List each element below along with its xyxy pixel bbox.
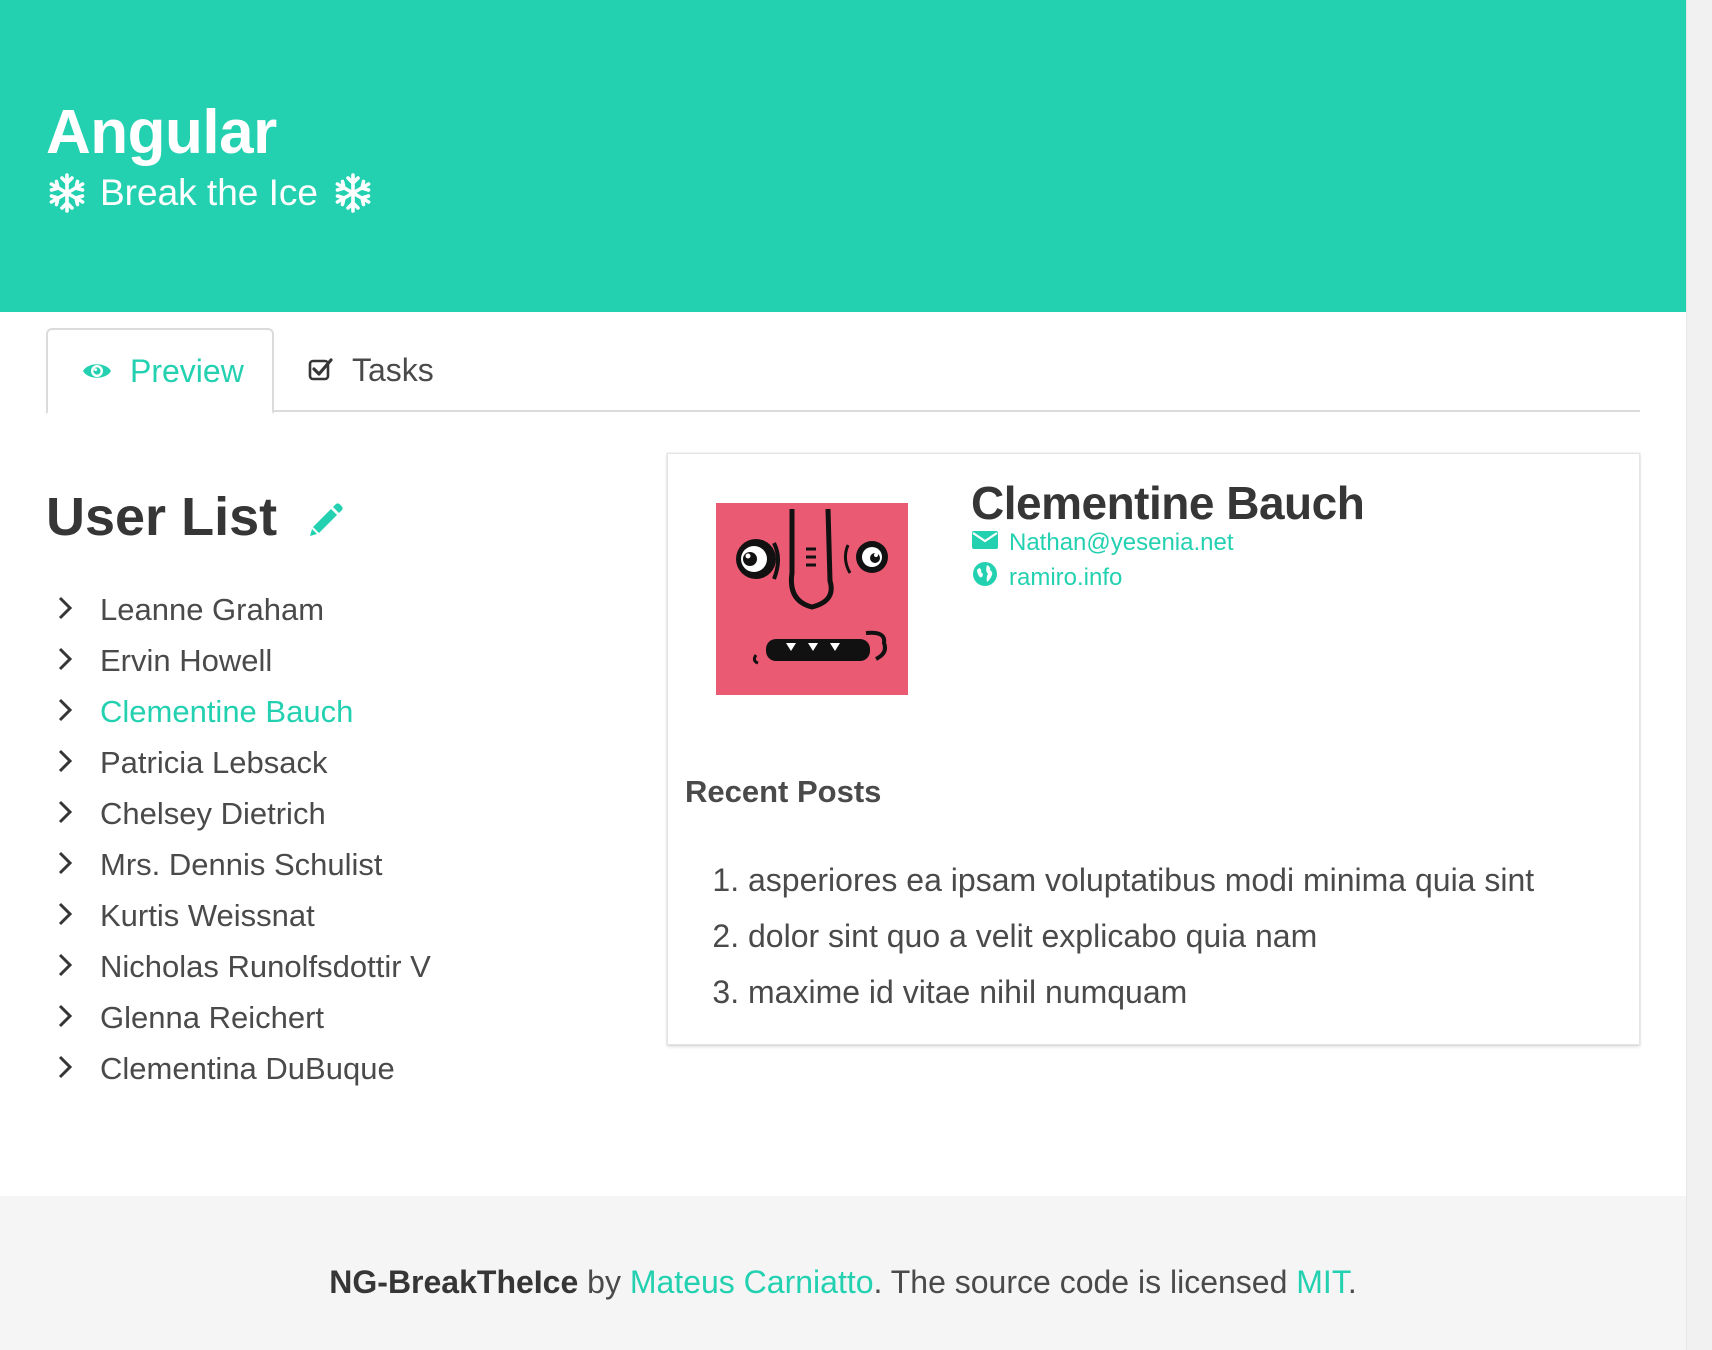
profile-email-text: Nathan@yesenia.net <box>1009 529 1234 556</box>
user-list-item[interactable]: Leanne Graham <box>58 584 431 635</box>
page: Angular Break the Ice Preview Tasks User… <box>0 0 1686 1350</box>
user-list-item-label: Patricia Lebsack <box>100 744 328 780</box>
tab-bar: Preview Tasks <box>46 328 1640 414</box>
footer-text: NG-BreakTheIce by Mateus Carniatto. The … <box>0 1264 1686 1301</box>
profile-name: Clementine Bauch <box>971 477 1365 529</box>
user-list-item[interactable]: Clementine Bauch <box>58 686 431 737</box>
checkbox-icon <box>308 352 352 389</box>
user-list-heading: User List <box>46 478 345 556</box>
chevron-right-icon <box>58 847 100 883</box>
user-list-item[interactable]: Patricia Lebsack <box>58 737 431 788</box>
user-list-item-label: Nicholas Runolfsdottir V <box>100 948 431 984</box>
user-list-item-label: Clementine Bauch <box>100 693 354 729</box>
user-list-item[interactable]: Ervin Howell <box>58 635 431 686</box>
hero-title: Angular <box>46 98 277 167</box>
chevron-right-icon <box>58 898 100 934</box>
hero-banner: Angular Break the Ice <box>0 0 1686 312</box>
chevron-right-icon <box>58 592 100 628</box>
eye-icon <box>82 353 130 390</box>
footer-end: . <box>1347 1264 1357 1300</box>
tab-tasks[interactable]: Tasks <box>308 328 434 412</box>
chevron-right-icon <box>58 1051 100 1087</box>
recent-post-item[interactable]: asperiores ea ipsam voluptatibus modi mi… <box>748 852 1534 908</box>
footer-project: NG-BreakTheIce <box>329 1264 579 1300</box>
user-list-item-label: Leanne Graham <box>100 591 325 627</box>
envelope-icon <box>971 528 1009 558</box>
footer-license-link[interactable]: MIT <box>1296 1264 1348 1300</box>
user-list-item[interactable]: Glenna Reichert <box>58 992 431 1043</box>
user-list-item-label: Ervin Howell <box>100 642 273 678</box>
footer-by: by <box>587 1264 621 1300</box>
recent-posts-list: asperiores ea ipsam voluptatibus modi mi… <box>748 852 1534 1020</box>
profile-email[interactable]: Nathan@yesenia.net <box>971 528 1234 558</box>
profile-website-text: ramiro.info <box>1009 564 1123 591</box>
snowflake-icon <box>332 172 374 214</box>
user-list: Leanne Graham Ervin Howell Clementine Bauc… <box>58 584 431 1094</box>
user-list-item-label: Kurtis Weissnat <box>100 897 315 933</box>
chevron-right-icon <box>58 796 100 832</box>
globe-icon <box>971 560 1009 596</box>
user-list-item[interactable]: Nicholas Runolfsdottir V <box>58 941 431 992</box>
tab-preview-label: Preview <box>130 352 244 389</box>
profile-card: Clementine Bauch Nathan@yesenia.net rami… <box>667 453 1640 1045</box>
recent-post-item[interactable]: maxime id vitae nihil numquam <box>748 964 1534 1020</box>
chevron-right-icon <box>58 745 100 781</box>
user-list-item-label: Chelsey Dietrich <box>100 795 326 831</box>
footer-license-text: . The source code is licensed <box>873 1264 1288 1300</box>
user-list-item[interactable]: Kurtis Weissnat <box>58 890 431 941</box>
recent-post-item[interactable]: dolor sint quo a velit explicabo quia na… <box>748 908 1534 964</box>
user-list-item[interactable]: Mrs. Dennis Schulist <box>58 839 431 890</box>
profile-website[interactable]: ramiro.info <box>971 560 1122 596</box>
user-list-item-label: Mrs. Dennis Schulist <box>100 846 383 882</box>
chevron-right-icon <box>58 694 100 730</box>
user-list-item[interactable]: Clementina DuBuque <box>58 1043 431 1094</box>
chevron-right-icon <box>58 1000 100 1036</box>
user-list-title: User List <box>46 487 278 547</box>
user-list-item-label: Clementina DuBuque <box>100 1050 395 1086</box>
hero-subtitle-text: Break the Ice <box>100 172 319 213</box>
footer-author-link[interactable]: Mateus Carniatto <box>630 1264 874 1300</box>
user-list-item-label: Glenna Reichert <box>100 999 325 1035</box>
hero-subtitle: Break the Ice <box>46 170 374 216</box>
footer: NG-BreakTheIce by Mateus Carniatto. The … <box>0 1196 1686 1350</box>
avatar <box>716 503 908 695</box>
tab-tasks-label: Tasks <box>352 351 434 388</box>
chevron-right-icon <box>58 643 100 679</box>
snowflake-icon <box>46 172 88 214</box>
recent-posts-title: Recent Posts <box>685 774 882 809</box>
tab-preview[interactable]: Preview <box>46 328 274 414</box>
pencil-icon[interactable] <box>307 486 345 556</box>
user-list-item[interactable]: Chelsey Dietrich <box>58 788 431 839</box>
scrollbar[interactable] <box>1686 0 1712 1350</box>
chevron-right-icon <box>58 949 100 985</box>
